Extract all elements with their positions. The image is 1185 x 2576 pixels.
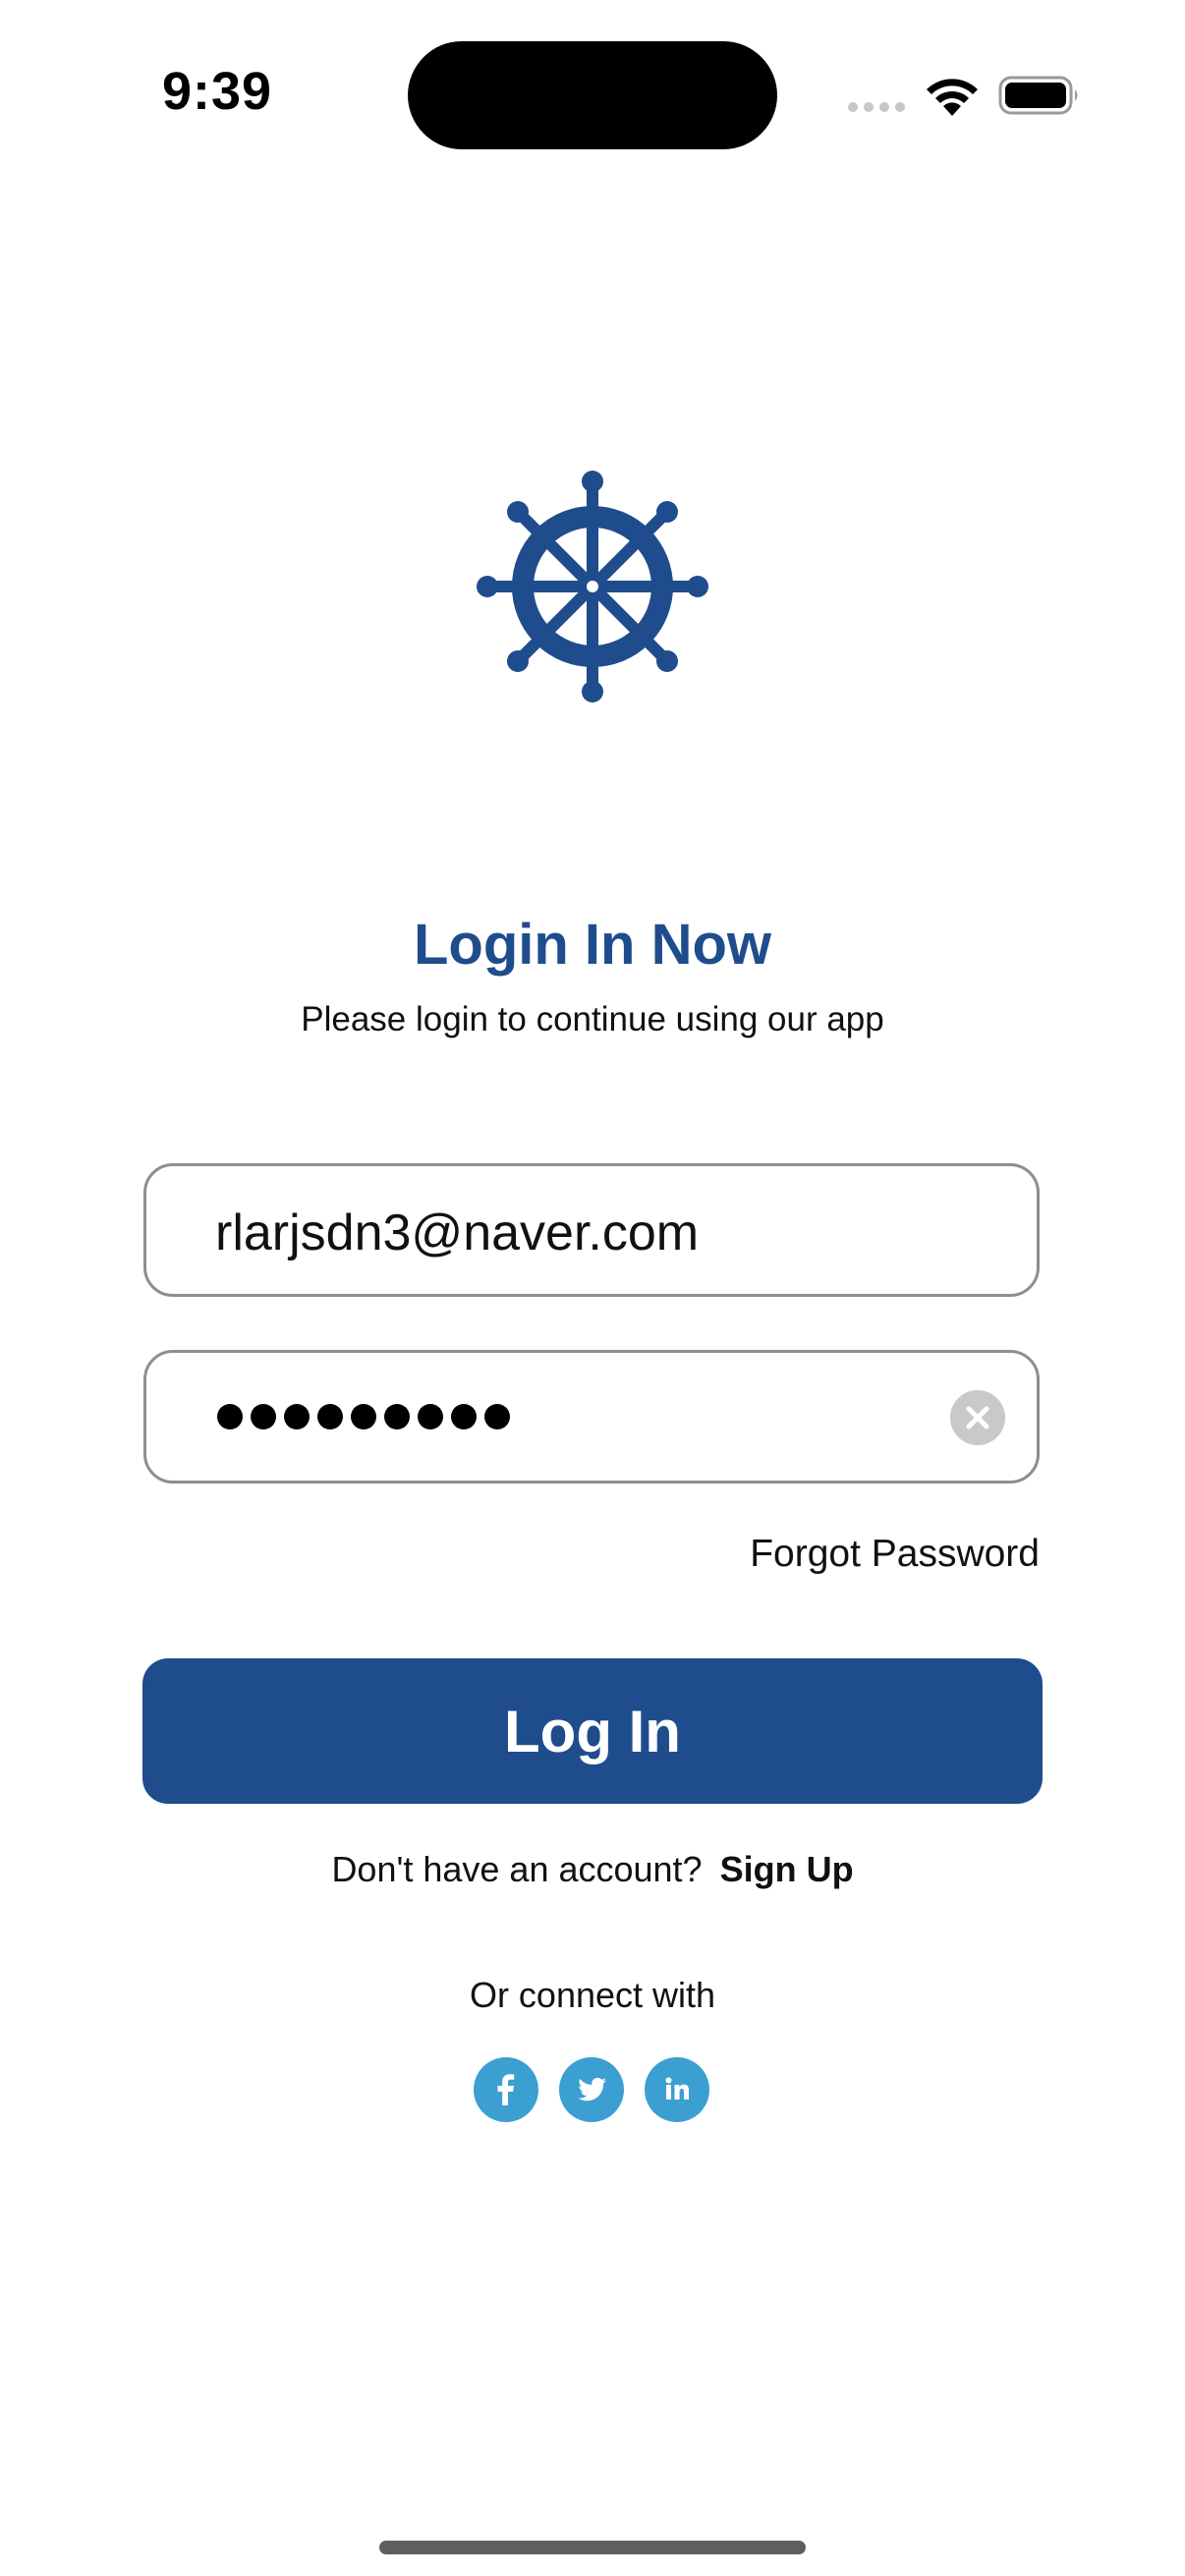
login-button[interactable]: Log In [142, 1658, 1043, 1804]
password-field[interactable] [143, 1350, 1040, 1484]
home-indicator[interactable] [379, 2541, 806, 2554]
wifi-icon [927, 79, 978, 116]
signup-prompt: Don't have an account? Sign Up [0, 1849, 1185, 1890]
clear-text-icon[interactable] [950, 1390, 1005, 1445]
status-time: 9:39 [162, 62, 273, 121]
email-field[interactable]: rlarjsdn3@naver.com [143, 1163, 1040, 1297]
facebook-icon [497, 2074, 515, 2105]
signup-question: Don't have an account? [331, 1849, 703, 1889]
twitter-button[interactable] [559, 2057, 624, 2122]
dynamic-island [408, 41, 777, 149]
battery-icon [998, 76, 1078, 115]
linkedin-icon [665, 2077, 689, 2100]
email-field-value: rlarjsdn3@naver.com [215, 1204, 700, 1261]
page-title: Login In Now [413, 913, 772, 977]
ship-wheel-icon [477, 471, 708, 702]
twitter-icon [578, 2077, 606, 2101]
page-subtitle: Please login to continue using our app [301, 1000, 884, 1038]
social-buttons [474, 2057, 709, 2122]
signup-link[interactable]: Sign Up [720, 1849, 854, 1889]
forgot-password-link[interactable]: Forgot Password [750, 1533, 1040, 1576]
facebook-button[interactable] [474, 2057, 538, 2122]
linkedin-button[interactable] [645, 2057, 709, 2122]
password-field-mask [217, 1404, 510, 1429]
cellular-signal-icon [848, 102, 905, 112]
connect-label: Or connect with [469, 1975, 716, 2015]
